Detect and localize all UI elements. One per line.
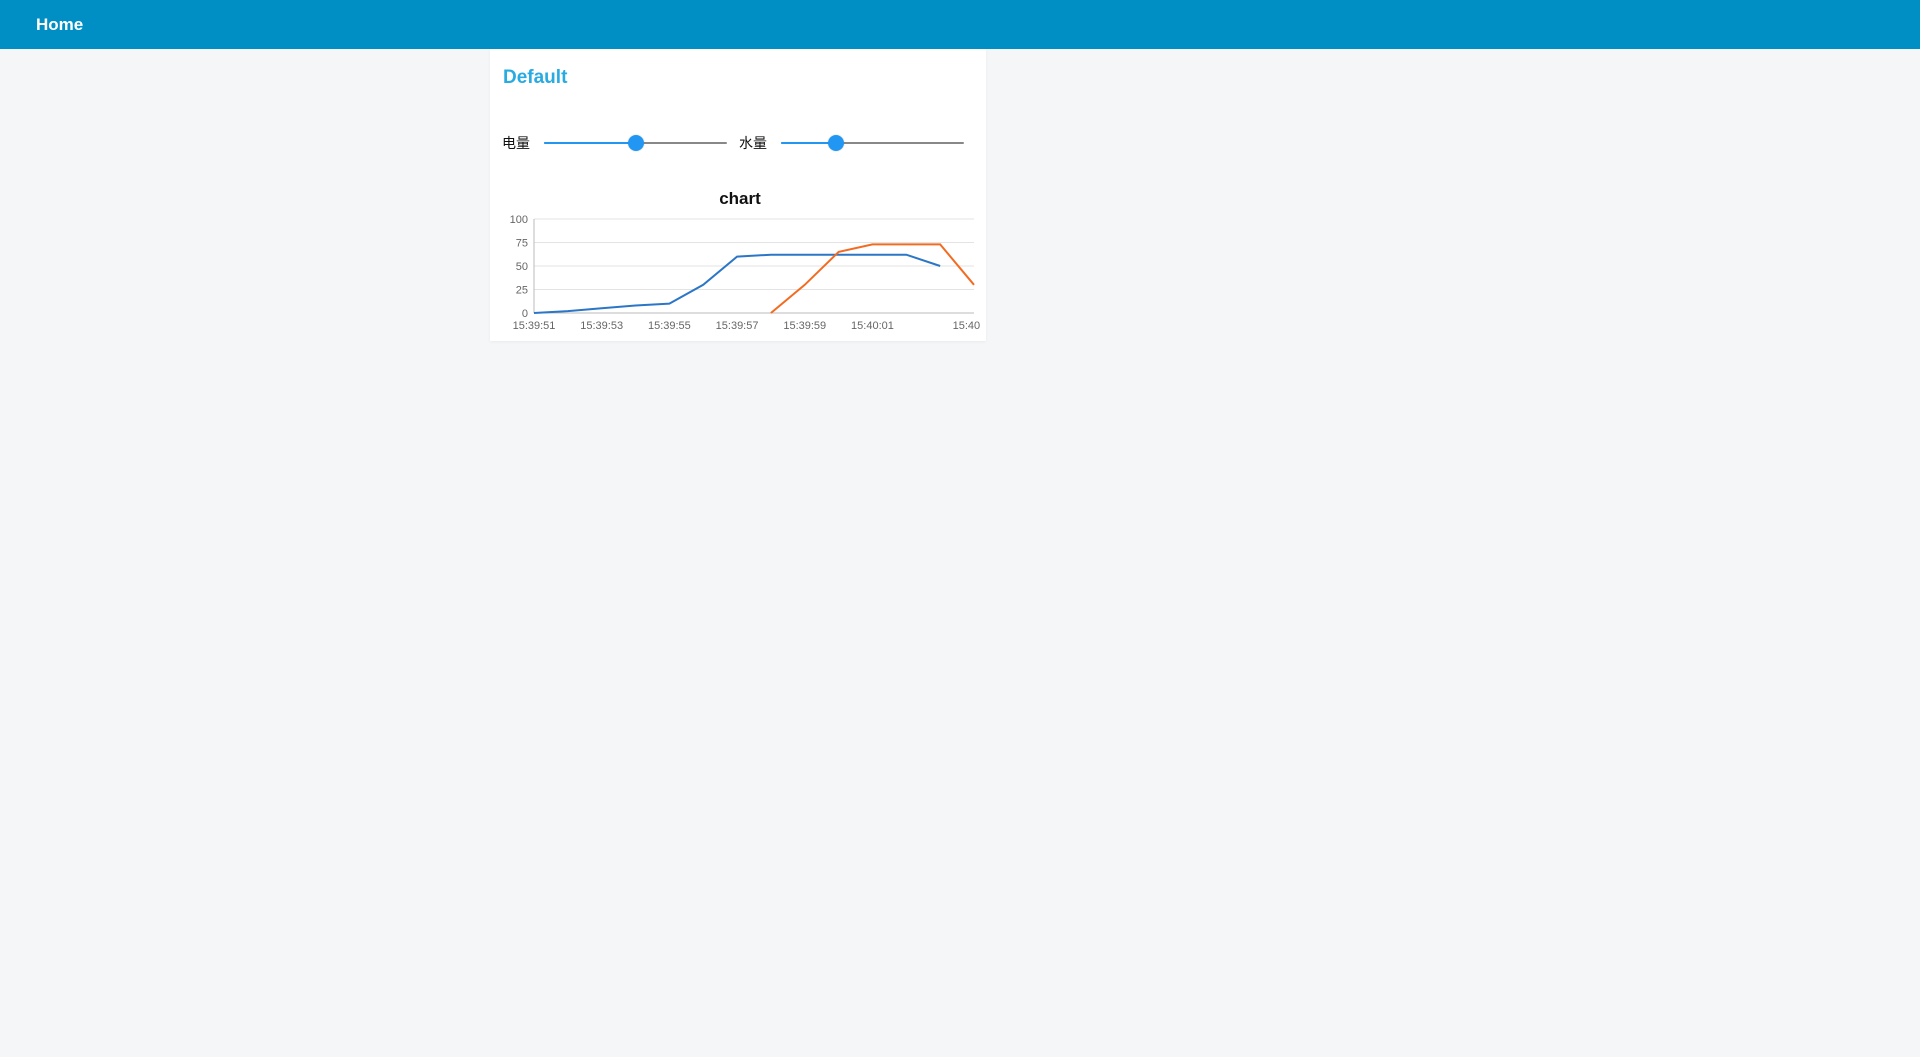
chart-title: chart [500,189,980,209]
svg-text:50: 50 [516,261,528,273]
chart-container: chart 0 25 50 75 100 15:39:51 15:39:53 15:39:55… [500,189,980,335]
sliders-row: 电量 水量 [490,131,986,155]
slider-label-water: 水量 [739,133,767,153]
svg-text:15:39:55: 15:39:55 [648,320,691,332]
card-default: Default 电量 水量 chart 0 25 50 75 100 15:39:51 15… [490,49,986,341]
svg-text:15:40:01: 15:40:01 [851,320,894,332]
slider-group-electric: 电量 [502,131,739,155]
svg-text:0: 0 [522,308,528,320]
svg-text:15:39:53: 15:39:53 [580,320,623,332]
slider-thumb[interactable] [628,135,644,151]
topbar: Home [0,0,1920,49]
svg-text:25: 25 [516,285,528,297]
slider-track-active [544,142,636,144]
chart-svg: 0 25 50 75 100 15:39:51 15:39:53 15:39:55 15:39:… [500,215,980,335]
svg-text:15:39:59: 15:39:59 [783,320,826,332]
slider-thumb[interactable] [828,135,844,151]
nav-home[interactable]: Home [36,15,83,35]
card-title: Default [490,49,986,89]
slider-electric[interactable] [544,131,727,155]
svg-text:15:39:51: 15:39:51 [513,320,556,332]
svg-text:100: 100 [510,215,528,226]
svg-text:15:40:04: 15:40:04 [953,320,980,332]
svg-text:15:39:57: 15:39:57 [716,320,759,332]
slider-label-electric: 电量 [502,133,530,153]
svg-text:75: 75 [516,238,528,250]
slider-group-water: 水量 [739,131,976,155]
slider-water[interactable] [781,131,964,155]
